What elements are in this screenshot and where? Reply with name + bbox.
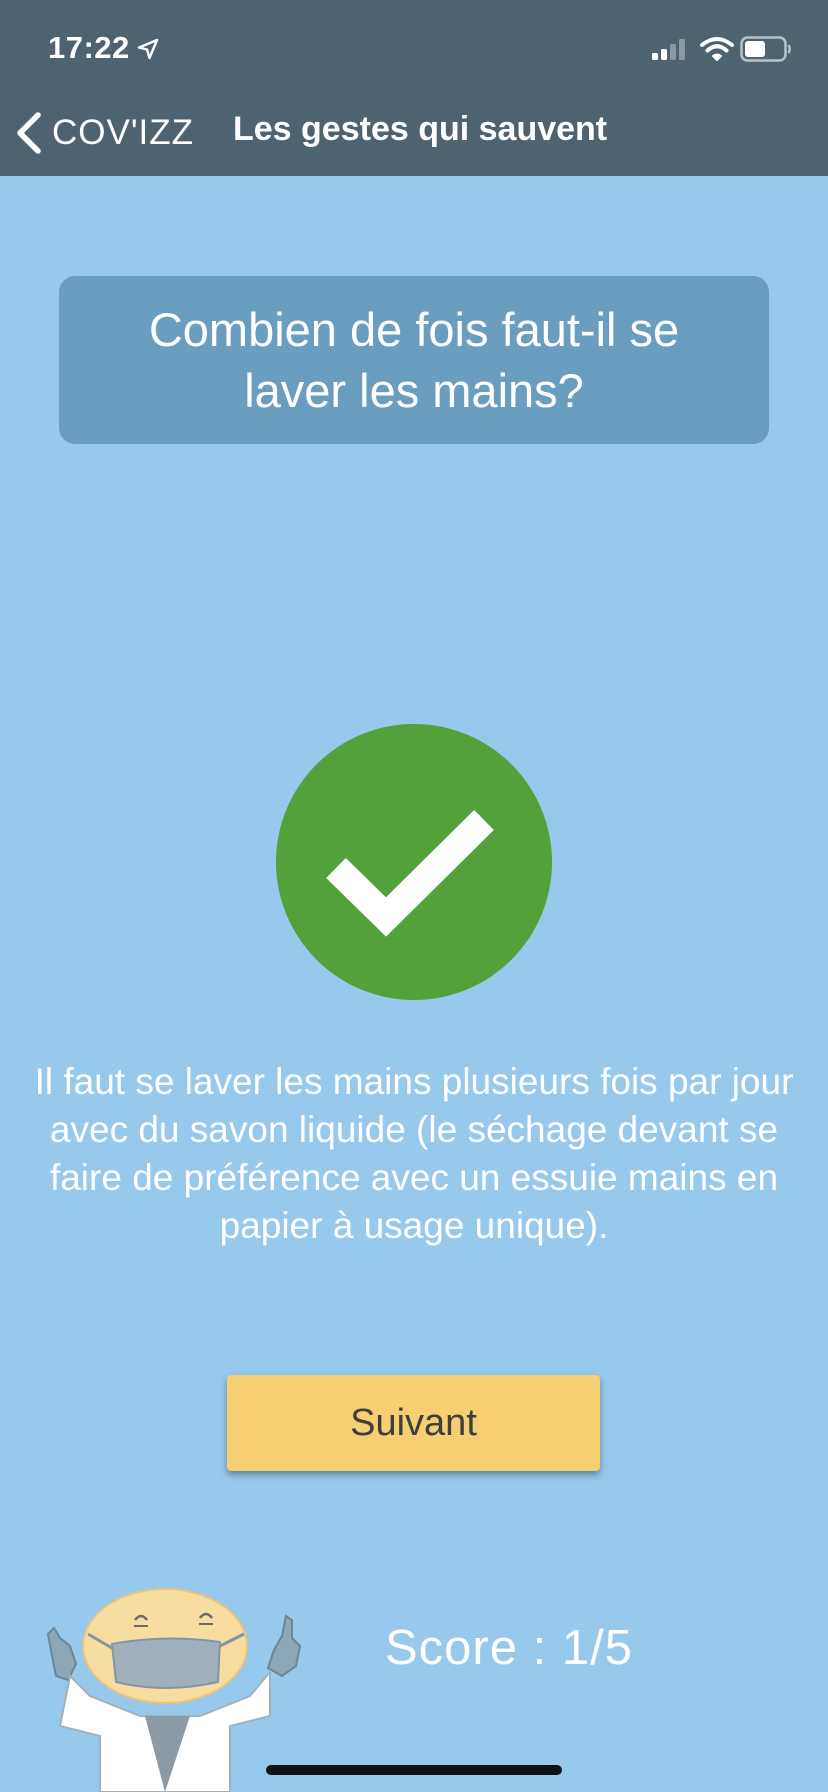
back-button[interactable]: COV'IZZ xyxy=(14,106,194,160)
checkmark-icon xyxy=(326,810,494,937)
chevron-left-icon xyxy=(17,112,41,154)
status-time: 17:22 xyxy=(48,30,130,65)
question-card: Combien de fois faut-il se laver les mai… xyxy=(59,276,769,444)
next-button[interactable]: Suivant xyxy=(227,1375,600,1471)
top-bar: 17:22 COV'IZZ Les gestes qui sauvent xyxy=(0,0,828,176)
location-arrow-icon xyxy=(137,38,159,60)
answer-explanation: Il faut se laver les mains plusieurs foi… xyxy=(34,1061,794,1246)
home-indicator[interactable] xyxy=(266,1765,562,1775)
score-text: Score : 1/5 xyxy=(385,1621,633,1675)
page-title: Les gestes qui sauvent xyxy=(233,110,608,148)
signal-icon xyxy=(652,39,685,60)
question-text: Combien de fois faut-il se laver les mai… xyxy=(148,303,680,417)
back-label: COV'IZZ xyxy=(52,113,195,152)
battery-icon xyxy=(740,36,791,62)
mascot-illustration xyxy=(46,1588,302,1792)
wifi-icon xyxy=(700,37,734,61)
correct-answer-badge xyxy=(276,724,552,1000)
